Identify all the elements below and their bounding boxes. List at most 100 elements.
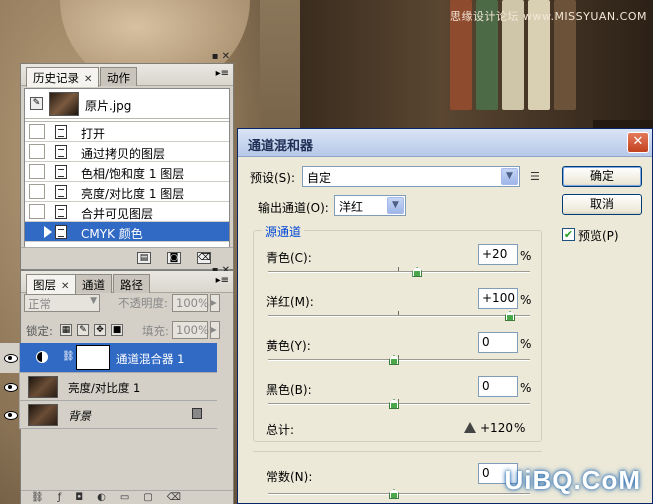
adjustment-icon[interactable]: ◐ — [97, 492, 120, 503]
percent-sign: % — [520, 249, 532, 263]
yellow-slider-track[interactable] — [268, 359, 530, 361]
history-brush-checkbox[interactable] — [29, 144, 45, 159]
output-channel-select[interactable]: 洋红 ▼ — [334, 195, 406, 216]
fill-arrow-icon[interactable]: ▸ — [210, 321, 220, 339]
lock-image-icon[interactable]: ✎ — [77, 324, 89, 336]
new-group-icon[interactable]: ▭ — [120, 492, 143, 503]
visibility-toggle[interactable] — [0, 401, 20, 429]
lock-label: 锁定: — [26, 324, 53, 338]
link-icon[interactable]: ⛓ — [62, 351, 75, 362]
add-mask-icon[interactable]: ◘ — [75, 492, 97, 503]
tab-channels[interactable]: 通道 — [75, 274, 112, 293]
panel-window-buttons[interactable]: ▪ ✕ — [212, 51, 230, 62]
dialog-title-bar: 通道混和器 ✕ — [238, 129, 652, 157]
new-document-from-state-icon[interactable]: ▤ — [137, 252, 151, 264]
history-step-icon — [55, 165, 67, 179]
blend-mode-select[interactable]: 正常 ▼ — [24, 294, 100, 312]
history-footer: ▤ ◙ ⌫ — [21, 247, 233, 269]
new-layer-icon[interactable]: ▢ — [143, 492, 166, 503]
preview-checkbox[interactable]: ✔ — [562, 228, 575, 241]
visibility-toggle[interactable] — [0, 373, 20, 401]
layer-thumbnail — [28, 404, 58, 426]
preview-label: 预览(P) — [578, 229, 619, 243]
eye-icon[interactable] — [3, 351, 18, 365]
link-layers-icon[interactable]: ⛓ — [31, 492, 58, 503]
history-item[interactable]: 打开 — [25, 122, 229, 142]
tab-paths[interactable]: 路径 — [113, 274, 150, 293]
history-item[interactable]: 色相/饱和度 1 图层 — [25, 162, 229, 182]
black-input[interactable]: 0 — [478, 376, 518, 397]
history-snapshot[interactable]: ✎ 原片.jpg — [25, 89, 229, 119]
history-item-label: 亮度/对比度 1 图层 — [81, 187, 185, 201]
new-snapshot-icon[interactable]: ◙ — [167, 252, 181, 264]
cyan-input[interactable]: +20 — [478, 244, 518, 265]
lock-all-icon[interactable]: ■ — [111, 324, 123, 336]
layer-name: 背景 — [68, 409, 91, 423]
snapshot-thumbnail — [49, 92, 79, 116]
black-label: 黑色(B): — [266, 383, 312, 397]
history-list: ✎ 原片.jpg 打开 通过拷贝的图层 色相/饱和度 1 图层 亮度/对比度 1… — [24, 88, 230, 270]
fill-label: 填充: — [142, 324, 169, 338]
history-brush-checkbox[interactable] — [29, 204, 45, 219]
history-brush-checkbox[interactable] — [29, 224, 45, 239]
layer-mask-thumbnail[interactable] — [76, 345, 110, 370]
eye-icon[interactable] — [3, 408, 18, 422]
opacity-input[interactable]: 100% — [172, 294, 209, 312]
lock-position-icon[interactable]: ✥ — [94, 324, 106, 336]
magenta-slider-track[interactable] — [268, 315, 530, 317]
magenta-input[interactable]: +100 — [478, 288, 518, 309]
close-icon[interactable]: ✕ — [61, 281, 69, 292]
chevron-down-icon[interactable]: ▼ — [501, 168, 518, 185]
cancel-button[interactable]: 取消 — [562, 194, 642, 215]
close-icon[interactable]: ✕ — [84, 74, 92, 85]
layer-row-background[interactable]: 背景 — [4, 401, 217, 429]
history-brush-checkbox[interactable] — [29, 164, 45, 179]
cyan-label: 青色(C): — [266, 251, 312, 265]
cyan-slider-track[interactable] — [268, 271, 530, 273]
eye-icon[interactable] — [3, 380, 18, 394]
panel-menu-icon[interactable]: ▸≡ — [216, 68, 229, 79]
total-label: 总计: — [266, 423, 295, 437]
tab-history[interactable]: 历史记录 ✕ — [26, 67, 100, 87]
visibility-toggle[interactable] — [0, 343, 20, 373]
layers-panel-header: 图层 ✕ 通道 路径 ▸≡ — [21, 271, 233, 294]
adjustment-layer-icon — [36, 351, 48, 363]
ok-button[interactable]: 确定 — [562, 166, 642, 187]
history-step-icon — [55, 205, 67, 219]
tab-layers[interactable]: 图层 ✕ — [26, 274, 77, 294]
history-brush-icon[interactable]: ✎ — [30, 97, 43, 110]
lock-icon — [192, 408, 202, 419]
chevron-down-icon: ▼ — [90, 296, 97, 306]
history-brush-checkbox[interactable] — [29, 184, 45, 199]
slider-center-tick — [398, 267, 399, 271]
history-brush-checkbox[interactable] — [29, 124, 45, 139]
preset-options-icon[interactable]: ☰ — [530, 170, 540, 183]
layer-style-icon[interactable]: ƒ — [58, 492, 76, 503]
lock-transparency-icon[interactable]: ▦ — [60, 324, 72, 336]
constant-slider-track[interactable] — [268, 493, 530, 495]
trash-icon[interactable]: ⌫ — [197, 252, 211, 264]
chevron-down-icon[interactable]: ▼ — [387, 197, 404, 214]
panel-menu-icon[interactable]: ▸≡ — [216, 275, 229, 286]
opacity-arrow-icon[interactable]: ▸ — [210, 294, 220, 312]
watermark-logo: UiBQ.CoM — [504, 465, 641, 495]
channel-mixer-dialog: 通道混和器 ✕ 预设(S): 自定 ▼ ☰ 输出通道(O): 洋红 ▼ 确定 取… — [237, 128, 653, 504]
fill-input[interactable]: 100% — [172, 321, 209, 339]
yellow-label: 黄色(Y): — [266, 339, 311, 353]
preset-select[interactable]: 自定 ▼ — [302, 166, 520, 187]
history-item[interactable]: 合并可见图层 — [25, 202, 229, 222]
layer-row-brightness[interactable]: 亮度/对比度 1 — [4, 373, 217, 401]
history-item[interactable]: 通过拷贝的图层 — [25, 142, 229, 162]
history-item[interactable]: 亮度/对比度 1 图层 — [25, 182, 229, 202]
tab-actions[interactable]: 动作 — [100, 67, 137, 86]
preset-label: 预设(S): — [250, 171, 296, 185]
constant-slider-thumb[interactable] — [389, 489, 399, 499]
layer-row-channel-mixer[interactable]: ⛓ 通道混合器 1 — [0, 343, 217, 373]
output-channel-label: 输出通道(O): — [258, 201, 329, 215]
close-button[interactable]: ✕ — [627, 132, 649, 153]
black-slider-track[interactable] — [268, 403, 530, 405]
yellow-input[interactable]: 0 — [478, 332, 518, 353]
trash-icon[interactable]: ⌫ — [167, 492, 195, 503]
watermark-top: 思缘设计论坛 www.MISSYUAN.COM — [449, 10, 647, 23]
history-item-selected[interactable]: CMYK 颜色 — [25, 222, 229, 242]
